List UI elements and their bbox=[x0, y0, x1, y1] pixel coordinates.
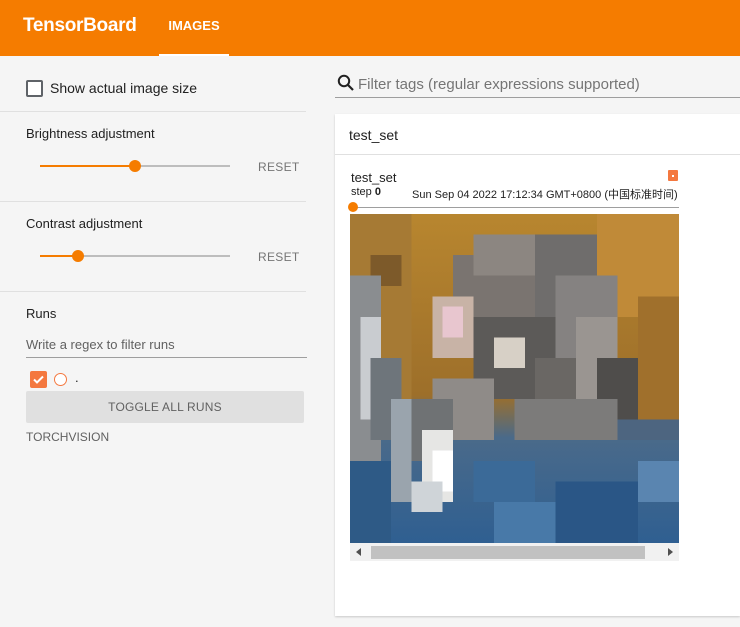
cat-image bbox=[350, 214, 679, 543]
contrast-label: Contrast adjustment bbox=[26, 216, 143, 231]
contrast-reset-button[interactable]: RESET bbox=[258, 250, 300, 264]
divider bbox=[0, 111, 306, 112]
image-timestamp: Sun Sep 04 2022 17:12:34 GMT+0800 (中国标准时… bbox=[412, 189, 678, 201]
tag-panel-title: test_set bbox=[349, 127, 399, 143]
show-actual-size-label: Show actual image size bbox=[50, 80, 198, 96]
divider bbox=[0, 201, 306, 202]
run-name: . bbox=[75, 370, 79, 385]
top-app-bar: TensorBoard IMAGES bbox=[0, 0, 740, 56]
run-checkbox[interactable] bbox=[30, 371, 47, 388]
image-card-tag: test_set bbox=[351, 170, 397, 185]
step-label-text: step bbox=[351, 186, 372, 198]
search-icon bbox=[337, 74, 354, 91]
scroll-left-icon[interactable] bbox=[356, 548, 361, 556]
run-color-picker[interactable] bbox=[54, 373, 67, 386]
brightness-reset-button[interactable]: RESET bbox=[258, 160, 300, 174]
step-slider-track[interactable] bbox=[352, 207, 679, 208]
contrast-slider-thumb[interactable] bbox=[72, 250, 84, 262]
sidebar: Show actual image size Brightness adjust… bbox=[0, 56, 320, 627]
checkmark-icon bbox=[33, 375, 44, 384]
scrollbar-thumb[interactable] bbox=[371, 546, 645, 559]
data-location-label: TORCHVISION bbox=[26, 430, 110, 444]
run-color-indicator bbox=[668, 170, 678, 181]
tag-filter-input[interactable] bbox=[358, 72, 740, 96]
image-display bbox=[350, 214, 679, 543]
tag-filter-underline bbox=[335, 97, 740, 98]
brightness-slider-thumb[interactable] bbox=[129, 160, 141, 172]
image-horizontal-scrollbar[interactable] bbox=[350, 543, 679, 561]
brightness-label: Brightness adjustment bbox=[26, 126, 155, 141]
toggle-all-runs-button[interactable]: TOGGLE ALL RUNS bbox=[26, 391, 304, 423]
step-value: 0 bbox=[374, 186, 381, 198]
brightness-slider-fill bbox=[40, 165, 135, 167]
app-brand: TensorBoard bbox=[23, 15, 137, 36]
show-actual-size-checkbox[interactable] bbox=[26, 80, 43, 97]
step-label: step 0 bbox=[351, 186, 381, 198]
step-slider-thumb[interactable] bbox=[348, 202, 358, 212]
tab-images[interactable]: IMAGES bbox=[159, 0, 229, 56]
tag-panel-header[interactable]: test_set bbox=[335, 114, 740, 155]
runs-heading: Runs bbox=[26, 306, 57, 321]
divider bbox=[0, 291, 306, 292]
tab-images-label: IMAGES bbox=[168, 18, 220, 33]
runs-filter-input[interactable] bbox=[26, 331, 307, 358]
scroll-right-icon[interactable] bbox=[668, 548, 673, 556]
